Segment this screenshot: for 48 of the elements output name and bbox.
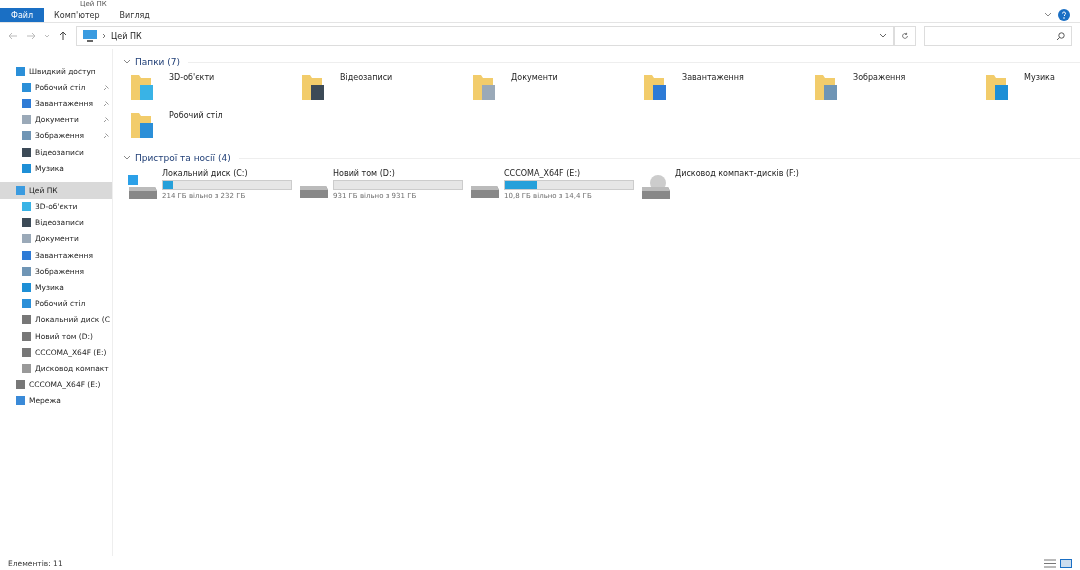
- collapse-icon[interactable]: [123, 59, 131, 65]
- address-bar[interactable]: Цей ПК: [76, 26, 894, 46]
- folder-film-icon: [300, 73, 326, 103]
- drive-label: Новий том (D:): [333, 169, 396, 178]
- drive-label: CCCOMA_X64F (E:): [504, 169, 582, 178]
- folder-label: Відеозаписи: [340, 73, 393, 82]
- folder-label: Музика: [1024, 73, 1055, 82]
- folder-item[interactable]: 3D-об'єкти: [129, 73, 300, 107]
- folder-label: Робочий стіл: [169, 111, 223, 120]
- folder-item[interactable]: Документи: [471, 73, 642, 107]
- ribbon-tab[interactable]: Файл: [0, 8, 45, 22]
- folder-label: Документи: [511, 73, 558, 82]
- up-arrow-icon[interactable]: [58, 31, 68, 41]
- collapse-icon[interactable]: [123, 155, 131, 161]
- folder-item[interactable]: Завантаження: [642, 73, 813, 107]
- search-icon: [1056, 31, 1065, 41]
- help-icon[interactable]: [1058, 9, 1070, 21]
- folder-desktop-icon: [129, 111, 155, 141]
- folder-item[interactable]: Музика: [984, 73, 1080, 107]
- folder-cube-icon: [129, 73, 155, 103]
- drive-item[interactable]: Дисковод компакт-дисків (F:): [640, 169, 811, 201]
- folder-item[interactable]: Робочий стіл: [129, 111, 300, 145]
- search-field[interactable]: [924, 26, 1072, 46]
- folder-music-note-icon: [984, 73, 1010, 103]
- folder-download-icon: [642, 73, 668, 103]
- refresh-button[interactable]: [894, 26, 916, 46]
- drive-label: Дисковод компакт-дисків (F:): [675, 169, 799, 178]
- folder-item[interactable]: Відеозаписи: [300, 73, 471, 107]
- refresh-icon: [901, 31, 909, 41]
- caret-icon[interactable]: [1044, 12, 1052, 18]
- chevron-icon: [102, 33, 106, 39]
- ribbon-tab[interactable]: Вигляд: [109, 8, 160, 22]
- details-view-icon[interactable]: [1044, 558, 1056, 568]
- back-icon[interactable]: [8, 31, 18, 41]
- group-heading: Пристрої та носії (4): [135, 153, 231, 163]
- tiles-view-icon[interactable]: [1060, 558, 1072, 568]
- folder-label: Завантаження: [682, 73, 744, 82]
- dropdown-caret-icon[interactable]: [879, 33, 887, 39]
- folder-label: Зображення: [853, 73, 906, 82]
- folder-picture-icon: [813, 73, 839, 103]
- folder-label: 3D-об'єкти: [169, 73, 215, 82]
- group-heading: Папки (7): [135, 57, 181, 67]
- drive-label: Локальний диск (C:): [162, 169, 249, 178]
- caret-icon[interactable]: [44, 33, 50, 39]
- folder-item[interactable]: Зображення: [813, 73, 984, 107]
- ribbon-tab[interactable]: Комп'ютер: [44, 8, 110, 22]
- forward-icon[interactable]: [26, 31, 36, 41]
- folder-document-icon: [471, 73, 497, 103]
